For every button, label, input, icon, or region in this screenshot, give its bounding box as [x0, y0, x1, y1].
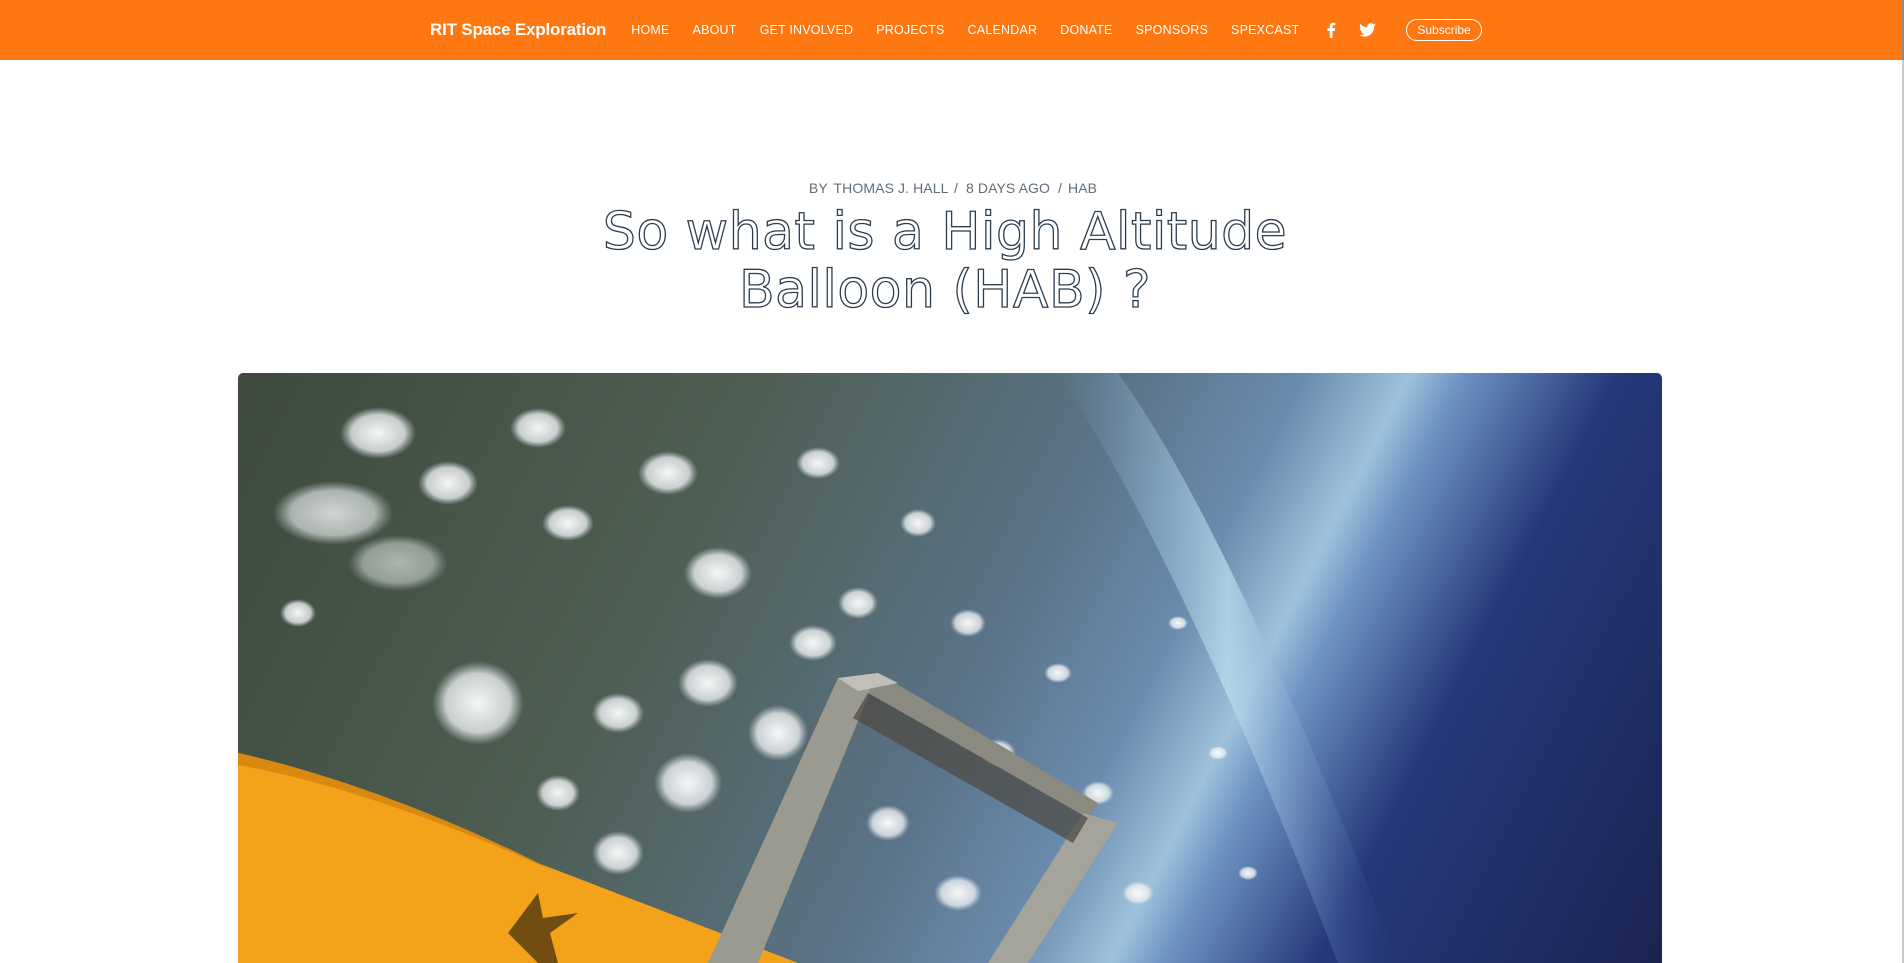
meta-separator: / [1058, 180, 1062, 196]
navbar-inner: RIT Space Exploration HOME ABOUT GET INV… [430, 0, 1482, 60]
subscribe-button[interactable]: Subscribe [1406, 19, 1482, 41]
post-title: So what is a High Altitude Balloon (HAB)… [602, 202, 1288, 320]
nav-item-projects[interactable]: PROJECTS [876, 23, 944, 37]
post-author-link[interactable]: THOMAS J. HALL [834, 180, 948, 196]
nav-item-get-involved[interactable]: GET INVOLVED [760, 23, 854, 37]
nav-item-home[interactable]: HOME [631, 23, 669, 37]
nav-item-spexcast[interactable]: SPEXCAST [1231, 23, 1299, 37]
facebook-icon[interactable] [1322, 21, 1340, 39]
top-navbar: RIT Space Exploration HOME ABOUT GET INV… [0, 0, 1904, 60]
nav-item-calendar[interactable]: CALENDAR [968, 23, 1038, 37]
post-tag-link[interactable]: HAB [1068, 180, 1097, 196]
nav-item-sponsors[interactable]: SPONSORS [1136, 23, 1208, 37]
nav-item-donate[interactable]: DONATE [1060, 23, 1112, 37]
post-date: 8 DAYS AGO [966, 180, 1050, 196]
social-links: Subscribe [1322, 19, 1482, 41]
post-meta: BY THOMAS J. HALL / 8 DAYS AGO / HAB [0, 180, 1904, 196]
nav-item-about[interactable]: ABOUT [693, 23, 737, 37]
main-nav: HOME ABOUT GET INVOLVED PROJECTS CALENDA… [631, 23, 1322, 37]
feature-image [238, 373, 1662, 963]
site-brand-link[interactable]: RIT Space Exploration [430, 20, 606, 40]
post-by-label: BY [808, 180, 828, 196]
twitter-icon[interactable] [1358, 21, 1376, 39]
meta-separator: / [954, 180, 958, 196]
feature-image-illustration [238, 373, 1398, 963]
